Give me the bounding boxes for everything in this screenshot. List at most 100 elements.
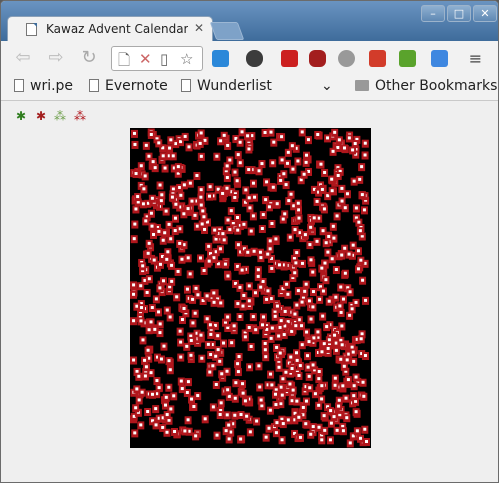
sprite (295, 413, 303, 422)
sprite (354, 265, 362, 274)
vivaldi-icon[interactable] (338, 50, 355, 67)
other-bookmarks[interactable]: Other Bookmarks (355, 78, 497, 94)
feedly-icon[interactable] (399, 50, 416, 67)
close-window-button[interactable]: ✕ (473, 5, 497, 22)
sprite (318, 382, 326, 391)
sprite (193, 172, 201, 181)
bookmark-item[interactable]: wri.pe (14, 78, 73, 94)
bookmark-item[interactable]: Wunderlist (181, 78, 272, 94)
sprite (212, 380, 220, 389)
sprite (231, 168, 239, 177)
sprite (174, 267, 182, 276)
sprite (196, 254, 204, 263)
sprite (241, 397, 249, 406)
minimize-button[interactable]: – (421, 5, 445, 22)
sprite (155, 384, 163, 393)
sprite (262, 196, 270, 205)
sprite (246, 363, 254, 372)
sprite (169, 152, 177, 161)
omnibox[interactable]: 🗋 ✕ ▯ ☆ (111, 46, 203, 71)
bookmark-item[interactable]: Evernote (89, 78, 168, 94)
sprite (236, 283, 244, 292)
sprite (264, 287, 272, 296)
sprite (235, 353, 243, 362)
sprite (279, 215, 287, 224)
sprite (362, 438, 370, 447)
sprite (326, 436, 334, 445)
sprite (276, 349, 284, 358)
sprite (354, 247, 362, 256)
sprite (291, 226, 299, 235)
maximize-button[interactable]: □ (447, 5, 471, 22)
sprite (131, 220, 139, 229)
sprite (301, 287, 309, 296)
sprite (194, 392, 202, 401)
red-car-icon[interactable] (309, 50, 326, 67)
sprite (196, 139, 204, 148)
sprite (291, 310, 299, 319)
sprite (249, 212, 257, 221)
sprite (330, 234, 338, 243)
sprite (181, 427, 189, 436)
sprite (253, 417, 261, 426)
wunderlist-icon[interactable] (212, 50, 229, 67)
sprite (301, 231, 309, 240)
sprite (267, 334, 275, 343)
sprite (352, 408, 360, 417)
tab-active[interactable]: Kawaz Advent Calendar 2 ✕ (7, 16, 213, 43)
sprite (201, 415, 209, 424)
sprite (328, 175, 336, 184)
mail-at-icon[interactable] (369, 50, 386, 67)
sprite (296, 362, 304, 371)
sprite (340, 362, 348, 371)
sprite (132, 404, 140, 413)
sprite (217, 399, 225, 408)
sprite-badge-icon[interactable] (281, 50, 298, 67)
sprite (197, 152, 205, 161)
sprite (255, 167, 263, 176)
page-icon (14, 79, 24, 92)
sprite (236, 138, 244, 147)
sprite (296, 433, 304, 442)
chat-icon[interactable] (431, 50, 448, 67)
sprite (258, 224, 266, 233)
sprite (350, 382, 358, 391)
forward-button[interactable]: ⇨ (46, 48, 66, 68)
sprite (295, 371, 303, 380)
sprite (204, 340, 212, 349)
muted-icon[interactable]: ✕ (139, 50, 152, 68)
sprite (245, 282, 253, 291)
sprite (177, 338, 185, 347)
tab-close-icon[interactable]: ✕ (194, 21, 204, 35)
sprite (130, 281, 138, 290)
sprite (273, 200, 281, 209)
back-button[interactable]: ⇦ (13, 48, 33, 68)
bookmarks-overflow-chevron-icon[interactable]: ⌄ (321, 78, 333, 94)
reload-button[interactable]: ↻ (79, 48, 99, 68)
star-icon[interactable]: ☆ (180, 50, 193, 68)
sprite (163, 428, 171, 437)
devices-icon[interactable]: ▯ (160, 50, 168, 68)
sprite (191, 309, 199, 318)
sprite (134, 193, 142, 202)
sprite (234, 241, 242, 250)
sprite (302, 397, 310, 406)
sprite (317, 160, 325, 169)
sprite (130, 129, 138, 138)
sprite (331, 128, 339, 137)
sprite (265, 424, 273, 433)
sprite (192, 432, 200, 441)
sprite (152, 405, 160, 414)
sprite (331, 374, 339, 383)
sprite (320, 205, 328, 214)
sprite-red-icon: ⁂ (74, 109, 86, 123)
sprite (132, 205, 140, 214)
new-tab-button[interactable] (209, 22, 245, 40)
sprite (318, 348, 326, 357)
menu-icon[interactable]: ≡ (467, 50, 484, 67)
sprite (165, 357, 173, 366)
evernote-icon[interactable] (246, 50, 263, 67)
sprite (203, 292, 211, 301)
game-canvas[interactable] (130, 128, 371, 448)
sprite (238, 266, 246, 275)
